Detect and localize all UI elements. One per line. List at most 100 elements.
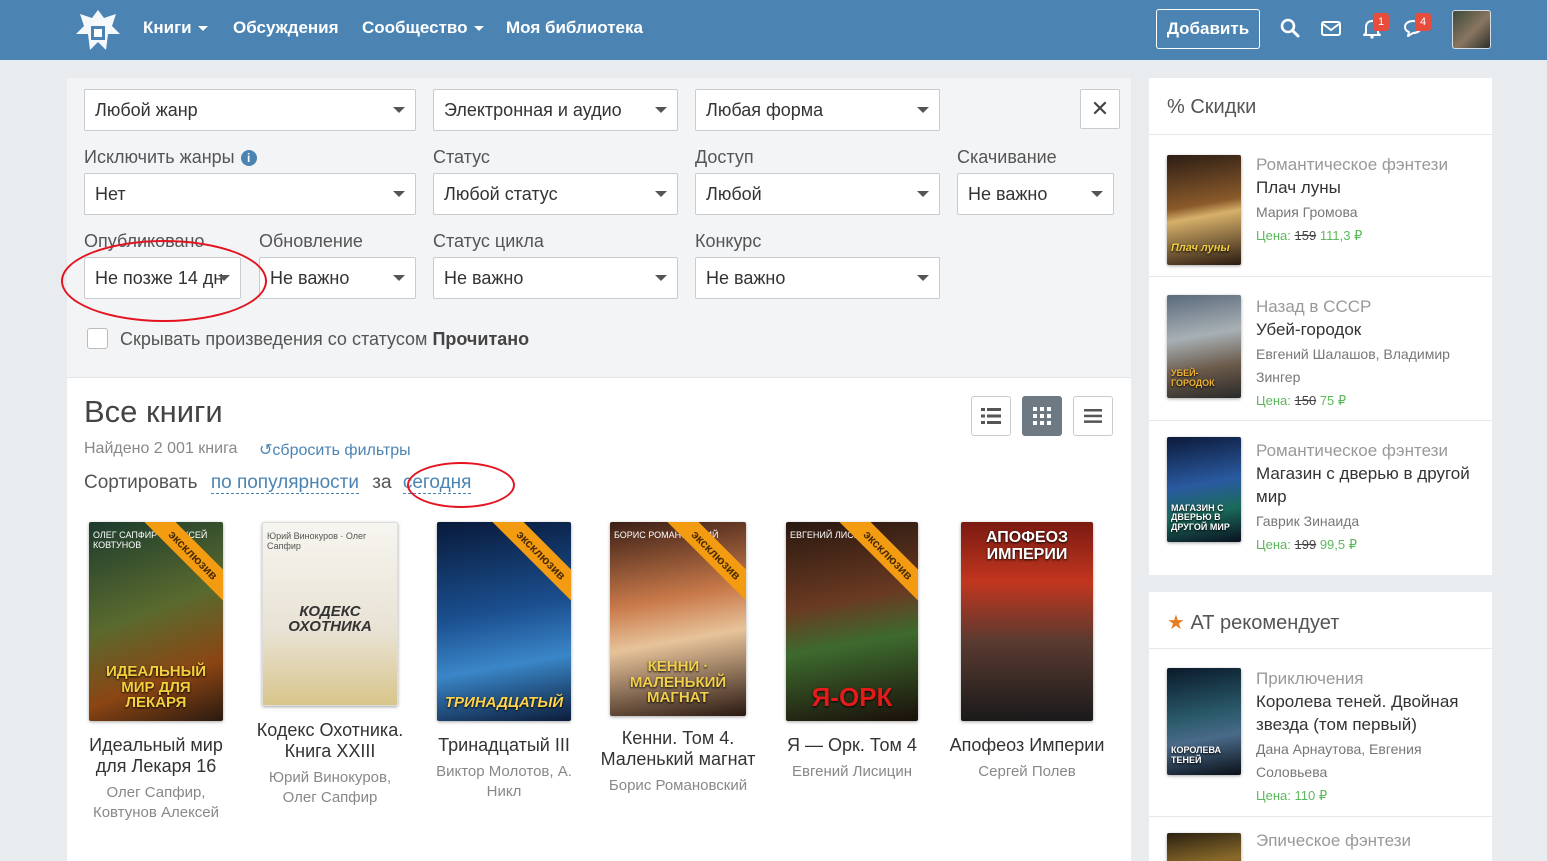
form-select[interactable]: Любая форма	[695, 89, 940, 131]
cover-authors: Юрий Винокуров · Олег Сапфир	[267, 531, 367, 551]
list-item[interactable]: УБЕЙ-ГОРОДОК Назад в СССР Убей-городок Е…	[1149, 277, 1492, 421]
star-icon: ★	[1167, 612, 1185, 634]
book-cover[interactable]: УБЕЙ-ГОРОДОК	[1167, 295, 1241, 398]
book-card[interactable]: ЕВГЕНИЙ ЛИСИЦИН Я-ОРК эксклюзив Я — Орк.…	[772, 522, 932, 782]
cover-title: ИДЕАЛЬНЫЙ МИР ДЛЯ ЛЕКАРЯ	[105, 662, 207, 712]
book-cover[interactable]: БОРИС РОМАНОВСКИЙ КЕННИ · МАЛЕНЬКИЙ МАГН…	[610, 522, 746, 716]
add-button[interactable]: Добавить	[1156, 9, 1260, 49]
book-card[interactable]: Юрий Винокуров · Олег Сапфир КОДЕКС ОХОТ…	[250, 522, 410, 808]
grid-view-button[interactable]	[1022, 396, 1062, 436]
cover-title: УБЕЙ-ГОРОДОК	[1171, 368, 1215, 388]
mail-icon[interactable]	[1320, 17, 1342, 39]
book-cover[interactable]: КОРОЛЕВА ТЕНЕЙ	[1167, 668, 1241, 775]
hide-read-label[interactable]: Скрывать произведения со статусом Прочит…	[120, 329, 529, 350]
exclude-genres-select[interactable]: Нет	[84, 173, 416, 215]
grid-icon	[1033, 407, 1051, 425]
book-title[interactable]: Апофеоз Империи	[947, 735, 1107, 756]
book-title[interactable]: Плач луны	[1256, 176, 1476, 199]
site-logo-icon[interactable]	[72, 6, 124, 54]
undo-icon: ↺	[259, 442, 273, 459]
book-cover[interactable]: ОЛЕГ САПФИР · АЛЕКСЕЙ КОВТУНОВ ИДЕАЛЬНЫЙ…	[89, 522, 223, 721]
list-item[interactable]: Эпическое фэнтези	[1149, 817, 1492, 861]
book-author[interactable]: Сергей Полев	[947, 762, 1107, 782]
genre-link[interactable]: Эпическое фэнтези	[1256, 829, 1476, 852]
book-title[interactable]: Королева теней. Двойная звезда (том перв…	[1256, 690, 1476, 736]
book-title[interactable]: Убей-городок	[1256, 318, 1476, 341]
book-author[interactable]: Евгений Лисицин	[772, 762, 932, 782]
book-author[interactable]: Гаврик Зинаида	[1256, 510, 1476, 533]
book-cover[interactable]: ЕВГЕНИЙ ЛИСИЦИН Я-ОРК эксклюзив	[786, 522, 918, 721]
format-select[interactable]: Электронная и аудио	[433, 89, 678, 131]
search-icon[interactable]	[1279, 17, 1301, 39]
reset-filters-link[interactable]: ↺сбросить фильтры	[259, 440, 411, 460]
book-cover[interactable]	[1167, 833, 1241, 861]
book-title[interactable]: Тринадцатый III	[424, 735, 584, 756]
nav-discussions[interactable]: Обсуждения	[233, 18, 339, 38]
discounts-title: % Скидки	[1149, 78, 1492, 135]
cycle-status-select[interactable]: Не важно	[433, 257, 678, 299]
hide-read-checkbox[interactable]	[87, 328, 108, 349]
book-author[interactable]: Олег Сапфир, Ковтунов Алексей	[76, 783, 236, 823]
genre-select[interactable]: Любой жанр	[84, 89, 416, 131]
book-cover[interactable]: Плач луны	[1167, 155, 1241, 265]
chevron-down-icon	[917, 191, 929, 197]
results-count: Найдено 2 001 книга	[84, 440, 238, 457]
book-author[interactable]: Борис Романовский	[598, 776, 758, 796]
book-author[interactable]: Мария Громова	[1256, 201, 1476, 224]
book-cover[interactable]: АПОФЕОЗ ИМПЕРИИ	[961, 522, 1093, 721]
sort-by-link[interactable]: по популярности	[210, 472, 359, 494]
user-avatar[interactable]	[1452, 10, 1491, 49]
book-author[interactable]: Юрий Винокуров, Олег Сапфир	[250, 768, 410, 808]
book-cover[interactable]: Юрий Винокуров · Олег Сапфир КОДЕКС ОХОТ…	[262, 522, 398, 706]
genre-link[interactable]: Приключения	[1256, 667, 1476, 690]
recommend-info: Приключения Королева теней. Двойная звез…	[1256, 667, 1476, 807]
sort-for-label: за	[372, 472, 392, 493]
nav-my-library[interactable]: Моя библиотека	[506, 18, 643, 38]
download-select[interactable]: Не важно	[957, 173, 1114, 215]
book-title[interactable]: Кенни. Том 4. Маленький магнат	[598, 728, 758, 770]
compact-view-button[interactable]	[1073, 396, 1113, 436]
access-select[interactable]: Любой	[695, 173, 940, 215]
book-cover[interactable]: ТРИНАДЦАТЫЙ эксклюзив	[437, 522, 571, 721]
chevron-down-icon	[655, 191, 667, 197]
book-card[interactable]: АПОФЕОЗ ИМПЕРИИ Апофеоз Империи Сергей П…	[947, 522, 1107, 782]
info-icon[interactable]: i	[240, 150, 257, 166]
chevron-down-icon	[393, 191, 405, 197]
list-item[interactable]: КОРОЛЕВА ТЕНЕЙ Приключения Королева тене…	[1149, 649, 1492, 817]
chevron-down-icon	[655, 275, 667, 281]
book-title[interactable]: Идеальный мир для Лекаря 16	[76, 735, 236, 777]
discounts-widget: % Скидки Плач луны Романтическое фэнтези…	[1149, 78, 1492, 575]
book-card[interactable]: БОРИС РОМАНОВСКИЙ КЕННИ · МАЛЕНЬКИЙ МАГН…	[598, 522, 758, 796]
recommends-title: АТ рекомендует	[1190, 612, 1340, 634]
discount-info: Романтическое фэнтези Плач луны Мария Гр…	[1256, 153, 1476, 247]
cover-title: КОДЕКС ОХОТНИКА	[288, 602, 372, 636]
status-select[interactable]: Любой статус	[433, 173, 678, 215]
list-item[interactable]: Плач луны Романтическое фэнтези Плач лун…	[1149, 135, 1492, 277]
genre-link[interactable]: Назад в СССР	[1256, 295, 1476, 318]
recommends-widget: ★ АТ рекомендует КОРОЛЕВА ТЕНЕЙ Приключе…	[1149, 592, 1492, 861]
download-label: Скачивание	[957, 147, 1057, 167]
book-author[interactable]: Евгений Шалашов, Владимир Зингер	[1256, 343, 1476, 389]
cycle-status-label: Статус цикла	[433, 231, 544, 251]
book-title[interactable]: Кодекс Охотника. Книга XXIII	[250, 720, 410, 762]
catalog-panel: Любой жанр Электронная и аудио Любая фор…	[61, 78, 1131, 861]
book-cover[interactable]: МАГАЗИН С ДВЕРЬЮ В ДРУГОЙ МИР	[1167, 437, 1241, 542]
list-view-button[interactable]	[971, 396, 1011, 436]
book-author[interactable]: Дана Арнаутова, Евгения Соловьева	[1256, 738, 1476, 784]
nav-community[interactable]: Сообщество	[362, 18, 484, 38]
contest-select[interactable]: Не важно	[695, 257, 940, 299]
book-title[interactable]: Магазин с дверью в другой мир	[1256, 462, 1476, 508]
genre-link[interactable]: Романтическое фэнтези	[1256, 439, 1476, 462]
cover-title: КЕННИ · МАЛЕНЬКИЙ МАГНАТ	[629, 657, 727, 707]
genre-link[interactable]: Романтическое фэнтези	[1256, 153, 1476, 176]
nav-books[interactable]: Книги	[143, 18, 208, 38]
book-card[interactable]: ОЛЕГ САПФИР · АЛЕКСЕЙ КОВТУНОВ ИДЕАЛЬНЫЙ…	[76, 522, 236, 823]
update-select[interactable]: Не важно	[259, 257, 416, 299]
book-title[interactable]: Я — Орк. Том 4	[772, 735, 932, 756]
list-item[interactable]: МАГАЗИН С ДВЕРЬЮ В ДРУГОЙ МИР Романтичес…	[1149, 421, 1492, 575]
close-filters-button[interactable]: ✕	[1080, 89, 1120, 129]
book-card[interactable]: ТРИНАДЦАТЫЙ эксклюзив Тринадцатый III Ви…	[424, 522, 584, 802]
cover-title: КОРОЛЕВА ТЕНЕЙ	[1171, 745, 1222, 765]
book-author[interactable]: Виктор Молотов, А. Никл	[424, 762, 584, 802]
price: Цена: 199 99,5 ₽	[1256, 537, 1358, 552]
